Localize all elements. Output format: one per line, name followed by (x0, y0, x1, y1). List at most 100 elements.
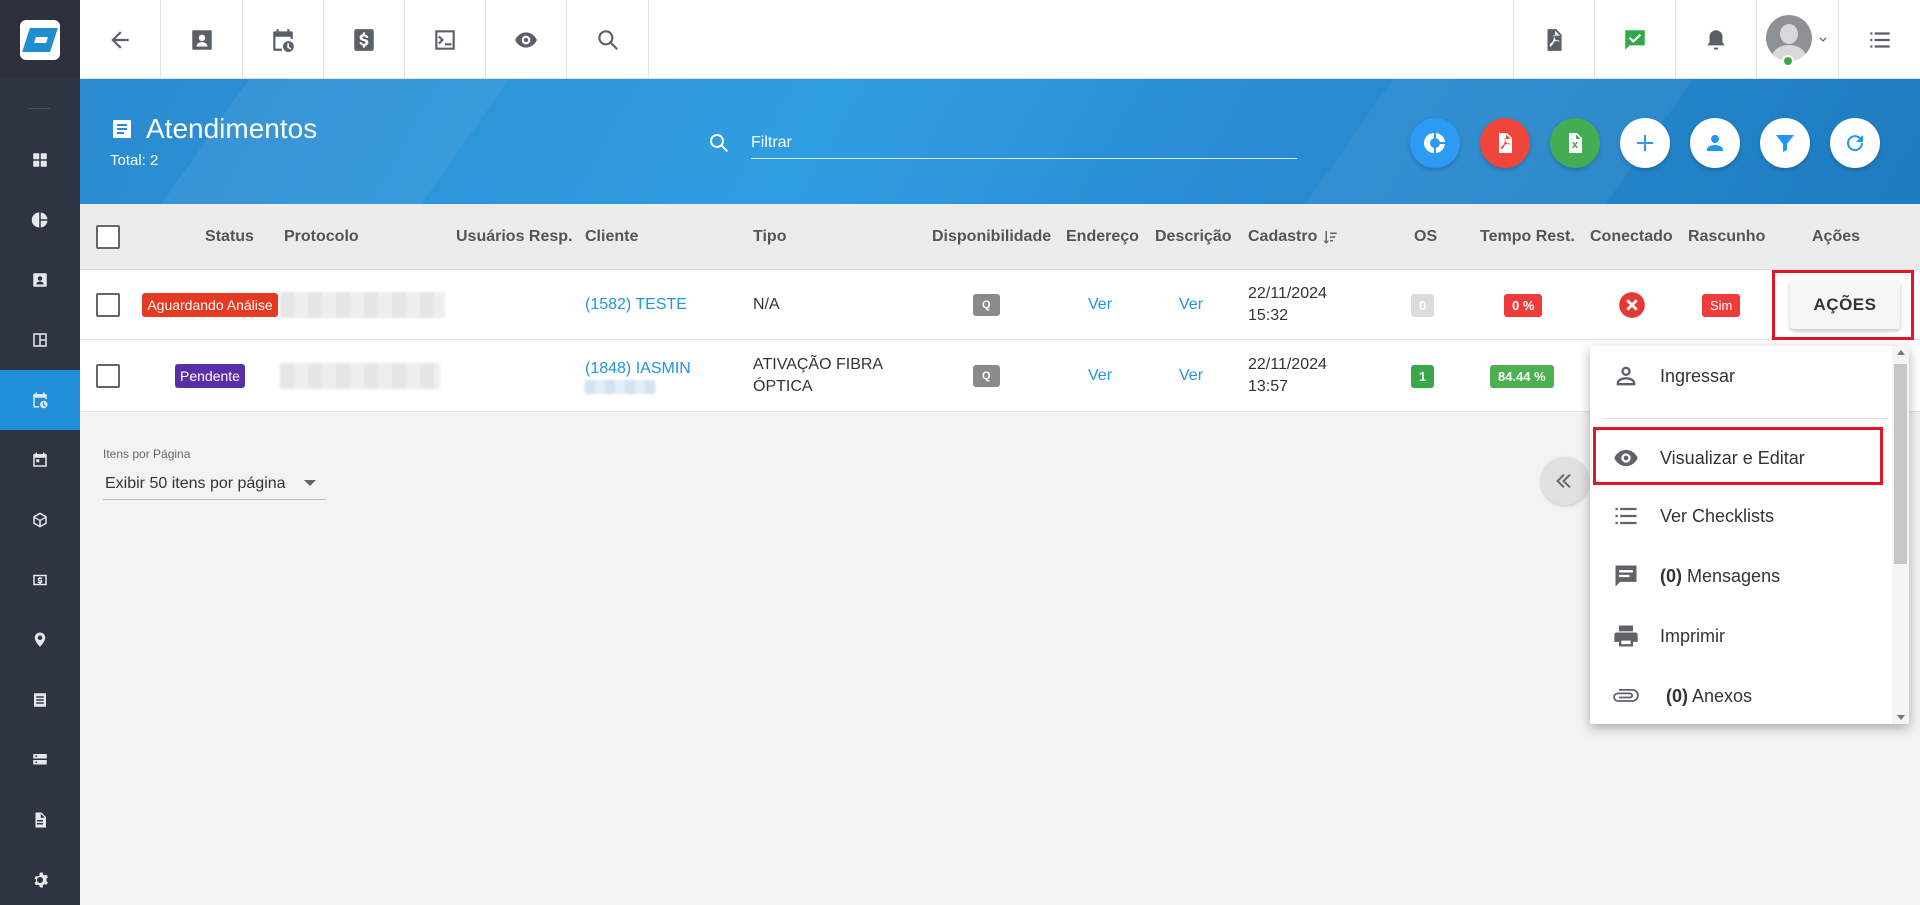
user-filter-button[interactable] (1690, 118, 1740, 168)
sidebar-item-contacts[interactable] (0, 250, 80, 310)
menu-item-label: (0) Anexos (1666, 686, 1752, 707)
collapse-panel-button[interactable] (1541, 457, 1589, 505)
list-box-icon (34, 693, 46, 707)
items-per-page-select[interactable]: Exibir 50 itens por página (103, 468, 326, 500)
row-checkbox[interactable] (96, 364, 120, 388)
menu-item-ingressar[interactable]: Ingressar (1590, 346, 1892, 406)
sidebar-item-map[interactable] (0, 610, 80, 670)
os-cell: 1 (1411, 340, 1435, 412)
search-button[interactable] (567, 0, 649, 79)
client-link[interactable]: (1848) IASMIN (585, 358, 691, 380)
document-icon (35, 812, 46, 828)
chart-button[interactable] (1410, 118, 1460, 168)
sidebar-item-inventory[interactable] (0, 490, 80, 550)
description-link[interactable]: Ver (1179, 367, 1203, 385)
availability-badge: Q (973, 365, 1000, 387)
sidebar-item-list[interactable] (0, 670, 80, 730)
sidebar-item-schedule[interactable] (0, 430, 80, 490)
user-menu-button[interactable] (1756, 0, 1838, 79)
excel-export-icon (1569, 133, 1582, 153)
client-cell[interactable]: (1848) IASMIN (585, 340, 691, 412)
calendar-clock-icon (273, 28, 294, 52)
contacts-button[interactable] (161, 0, 243, 79)
time-left-cell: 0 % (1504, 270, 1543, 340)
table-row[interactable]: Aguardando Análise (1582) TESTE N/A Q Ve… (80, 270, 1920, 340)
sidebar-item-board[interactable] (0, 310, 80, 370)
col-disponibilidade[interactable]: Disponibilidade (932, 204, 1051, 270)
menu-item-ver-checklists[interactable]: Ver Checklists (1590, 486, 1892, 546)
sidebar-item-finance[interactable] (0, 550, 80, 610)
type-line2: ÓPTICA (753, 378, 813, 395)
col-tempo[interactable]: Tempo Rest. (1480, 204, 1575, 270)
menu-divider (1602, 418, 1887, 419)
export-pdf-button[interactable] (1480, 118, 1530, 168)
scroll-down-icon[interactable] (1897, 715, 1905, 720)
app-logo[interactable] (0, 0, 80, 79)
menu-list-button[interactable] (1838, 0, 1920, 79)
highlight-acoes (1772, 270, 1914, 340)
col-os[interactable]: OS (1414, 204, 1437, 270)
view-button[interactable] (486, 0, 567, 79)
status-cell: Pendente (135, 340, 285, 412)
col-descricao[interactable]: Descrição (1155, 204, 1232, 270)
list-icon (1869, 31, 1890, 48)
description-cell[interactable]: Ver (1179, 270, 1203, 340)
menu-item-mensagens[interactable]: (0) Mensagens (1590, 546, 1892, 606)
terminal-button[interactable] (405, 0, 486, 79)
description-link[interactable]: Ver (1179, 296, 1203, 314)
col-conectado[interactable]: Conectado (1590, 204, 1673, 270)
menu-item-imprimir[interactable]: Imprimir (1590, 606, 1892, 666)
sidebar-item-dashboard[interactable] (0, 130, 80, 190)
col-status[interactable]: Status (176, 204, 283, 270)
address-link[interactable]: Ver (1088, 296, 1112, 314)
sidebar-item-servers[interactable] (0, 730, 80, 790)
pdf-button[interactable] (1513, 0, 1594, 79)
export-excel-button[interactable] (1550, 118, 1600, 168)
select-all-checkbox[interactable] (96, 225, 120, 249)
double-chevron-left-icon (1556, 474, 1571, 488)
filter-button[interactable] (1760, 118, 1810, 168)
address-cell[interactable]: Ver (1088, 270, 1112, 340)
location-pin-icon (34, 632, 46, 647)
menu-item-anexos[interactable]: (0) Anexos (1590, 666, 1892, 724)
redacted-client-name (585, 380, 655, 394)
address-link[interactable]: Ver (1088, 367, 1112, 385)
row-checkbox[interactable] (96, 293, 120, 317)
client-cell[interactable]: (1582) TESTE (585, 270, 687, 340)
filter-icon (1776, 135, 1794, 152)
scroll-thumb[interactable] (1894, 364, 1907, 564)
messages-button[interactable] (1594, 0, 1675, 79)
notifications-button[interactable] (1675, 0, 1756, 79)
col-tipo[interactable]: Tipo (753, 204, 786, 270)
menu-scrollbar[interactable] (1892, 346, 1909, 724)
created-time: 15:32 (1248, 307, 1289, 324)
items-per-page-label: Itens por Página (103, 447, 191, 461)
filter-input[interactable] (751, 127, 1297, 159)
col-cadastro[interactable]: Cadastro (1248, 204, 1339, 270)
schedule-button[interactable] (243, 0, 324, 79)
protocol-cell (280, 340, 440, 412)
chevron-down-icon (1819, 36, 1826, 42)
sidebar-item-reports[interactable] (0, 190, 80, 250)
add-button[interactable] (1620, 118, 1670, 168)
col-usuarios[interactable]: Usuários Resp. (456, 204, 572, 270)
page-title: Atendimentos (110, 113, 317, 145)
time-left-badge: 84.44 % (1490, 364, 1554, 388)
document-list-icon (113, 120, 131, 138)
refresh-button[interactable] (1830, 118, 1880, 168)
client-link[interactable]: (1582) TESTE (585, 296, 687, 314)
scroll-up-icon[interactable] (1897, 350, 1905, 355)
sidebar-item-atendimentos[interactable] (0, 370, 80, 430)
back-button[interactable] (80, 0, 161, 79)
address-cell[interactable]: Ver (1088, 340, 1112, 412)
sidebar-item-documents[interactable] (0, 790, 80, 850)
col-protocolo[interactable]: Protocolo (284, 204, 359, 270)
contact-card-icon (33, 273, 47, 287)
col-rascunho[interactable]: Rascunho (1688, 204, 1765, 270)
description-cell[interactable]: Ver (1179, 340, 1203, 412)
sidebar-item-settings[interactable] (0, 850, 80, 905)
dashboard-icon (33, 153, 47, 167)
col-cliente[interactable]: Cliente (585, 204, 638, 270)
col-endereco[interactable]: Endereço (1066, 204, 1139, 270)
finance-button[interactable] (324, 0, 405, 79)
